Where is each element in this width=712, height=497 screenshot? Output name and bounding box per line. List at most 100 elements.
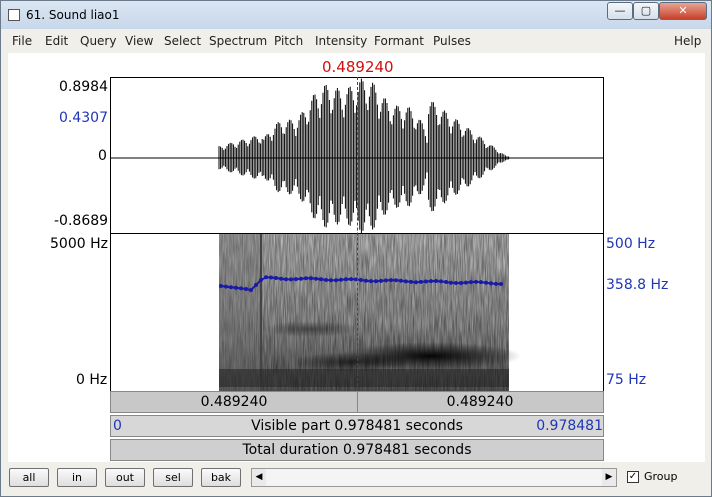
total-duration-bar[interactable]: Total duration 0.978481 seconds (110, 439, 604, 461)
cursor-time-label: 0.489240 (322, 58, 394, 76)
pitch-point (239, 286, 243, 291)
pitch-point (274, 276, 278, 280)
cursor-right-time[interactable]: 0.489240 (357, 392, 603, 412)
pitch-point (454, 281, 458, 285)
pitch-point (219, 284, 223, 288)
menu-formant[interactable]: Formant (374, 34, 424, 48)
window-title: 61. Sound liao1 (26, 8, 120, 22)
pitch-point (364, 278, 368, 283)
pitch-point (359, 278, 363, 282)
pitch-point (294, 277, 298, 282)
wave-min-label: -0.8689 (54, 213, 109, 229)
pitch-point (389, 278, 393, 283)
pitch-point (284, 277, 288, 282)
pitch-point (244, 287, 248, 291)
zoom-back-button[interactable]: bak (201, 468, 241, 487)
menu-help[interactable]: Help (674, 34, 701, 48)
pitch-point (259, 278, 263, 282)
menu-edit[interactable]: Edit (45, 34, 68, 48)
pitch-point (329, 278, 333, 283)
pitch-point (394, 278, 398, 283)
pitch-point (289, 277, 293, 282)
time-cursor (357, 77, 358, 391)
zoom-in-button[interactable]: in (57, 468, 97, 487)
wave-cursor-value-label: 0.4307 (59, 110, 108, 126)
pitch-point (229, 285, 233, 290)
pitch-point (459, 281, 463, 285)
visible-part-bar[interactable]: 0 Visible part 0.978481 seconds 0.978481 (110, 415, 604, 437)
horizontal-scrollbar[interactable]: ◀ ▶ (251, 468, 617, 487)
pitch-max-label: 500 Hz (606, 236, 656, 252)
group-label: Group (644, 470, 678, 483)
pitch-point (404, 279, 408, 284)
spectrum-min-label: 0 Hz (76, 372, 108, 388)
pitch-point (474, 279, 478, 284)
zoom-all-button[interactable]: all (9, 468, 49, 487)
group-checkbox[interactable]: ✓ (627, 471, 639, 483)
scroll-left-icon[interactable]: ◀ (252, 469, 266, 486)
pitch-point (374, 279, 378, 284)
pitch-point (494, 281, 498, 286)
pitch-point (439, 279, 443, 284)
pitch-point (249, 288, 253, 292)
title-bar: 61. Sound liao1 — ▢ ✕ (1, 1, 711, 29)
window-icon (8, 9, 20, 21)
pitch-point (269, 275, 273, 280)
menu-bar: File Edit Query View Select Spectrum Pit… (3, 31, 709, 51)
menu-query[interactable]: Query (80, 34, 116, 48)
pitch-min-label: 75 Hz (606, 372, 647, 388)
praat-sound-window: 61. Sound liao1 — ▢ ✕ File Edit Query Vi… (0, 0, 712, 497)
pitch-point (379, 278, 383, 283)
menu-view[interactable]: View (125, 34, 153, 48)
pitch-point (464, 280, 468, 285)
menu-intensity[interactable]: Intensity (315, 34, 367, 48)
zoom-out-button[interactable]: out (105, 468, 145, 487)
pitch-point (349, 277, 353, 282)
minimize-button[interactable]: — (607, 2, 633, 20)
menu-pulses[interactable]: Pulses (433, 34, 471, 48)
pitch-point (279, 276, 283, 281)
pitch-point (314, 276, 318, 281)
scroll-right-icon[interactable]: ▶ (602, 469, 616, 486)
pitch-point (409, 279, 413, 284)
menu-select[interactable]: Select (164, 34, 201, 48)
pitch-point (384, 278, 388, 283)
pitch-point (399, 278, 403, 283)
zoom-selection-button[interactable]: sel (153, 468, 193, 487)
total-duration-label: Total duration 0.978481 seconds (242, 442, 472, 458)
pitch-point (319, 277, 323, 282)
cursor-left-time[interactable]: 0.489240 (111, 392, 358, 412)
pitch-point (324, 278, 328, 282)
pitch-point (369, 279, 373, 284)
bottom-toolbar: all in out sel bak ◀ ▶ ✓ Group (1, 463, 711, 496)
close-button[interactable]: ✕ (659, 2, 707, 20)
menu-pitch[interactable]: Pitch (274, 34, 303, 48)
pitch-point (484, 280, 488, 285)
pitch-point (299, 276, 303, 281)
pitch-point (254, 283, 258, 287)
cursor-time-bar[interactable]: 0.489240 0.489240 (110, 391, 604, 413)
pitch-point (449, 280, 453, 285)
pitch-point (224, 284, 228, 289)
wave-max-label: 0.8984 (59, 79, 108, 95)
pitch-point (344, 277, 348, 282)
wave-zero-label: 0 (98, 148, 107, 164)
visible-end-time: 0.978481 (536, 418, 603, 434)
menu-file[interactable]: File (12, 34, 32, 48)
pitch-point (264, 275, 268, 280)
menu-spectrum[interactable]: Spectrum (209, 34, 267, 48)
pitch-point (419, 279, 423, 284)
pitch-point (479, 280, 483, 285)
pitch-point (414, 280, 418, 285)
pitch-point (309, 276, 313, 281)
visible-part-label: Visible part 0.978481 seconds (251, 418, 463, 434)
pitch-point (489, 281, 493, 286)
maximize-button[interactable]: ▢ (633, 2, 659, 20)
pitch-point (429, 279, 433, 284)
pitch-point (469, 280, 473, 285)
pitch-point (234, 285, 238, 290)
pitch-point (424, 279, 428, 284)
pitch-cursor-label: 358.8 Hz (606, 277, 669, 293)
pitch-point (304, 276, 308, 281)
visible-start-time: 0 (113, 418, 122, 434)
